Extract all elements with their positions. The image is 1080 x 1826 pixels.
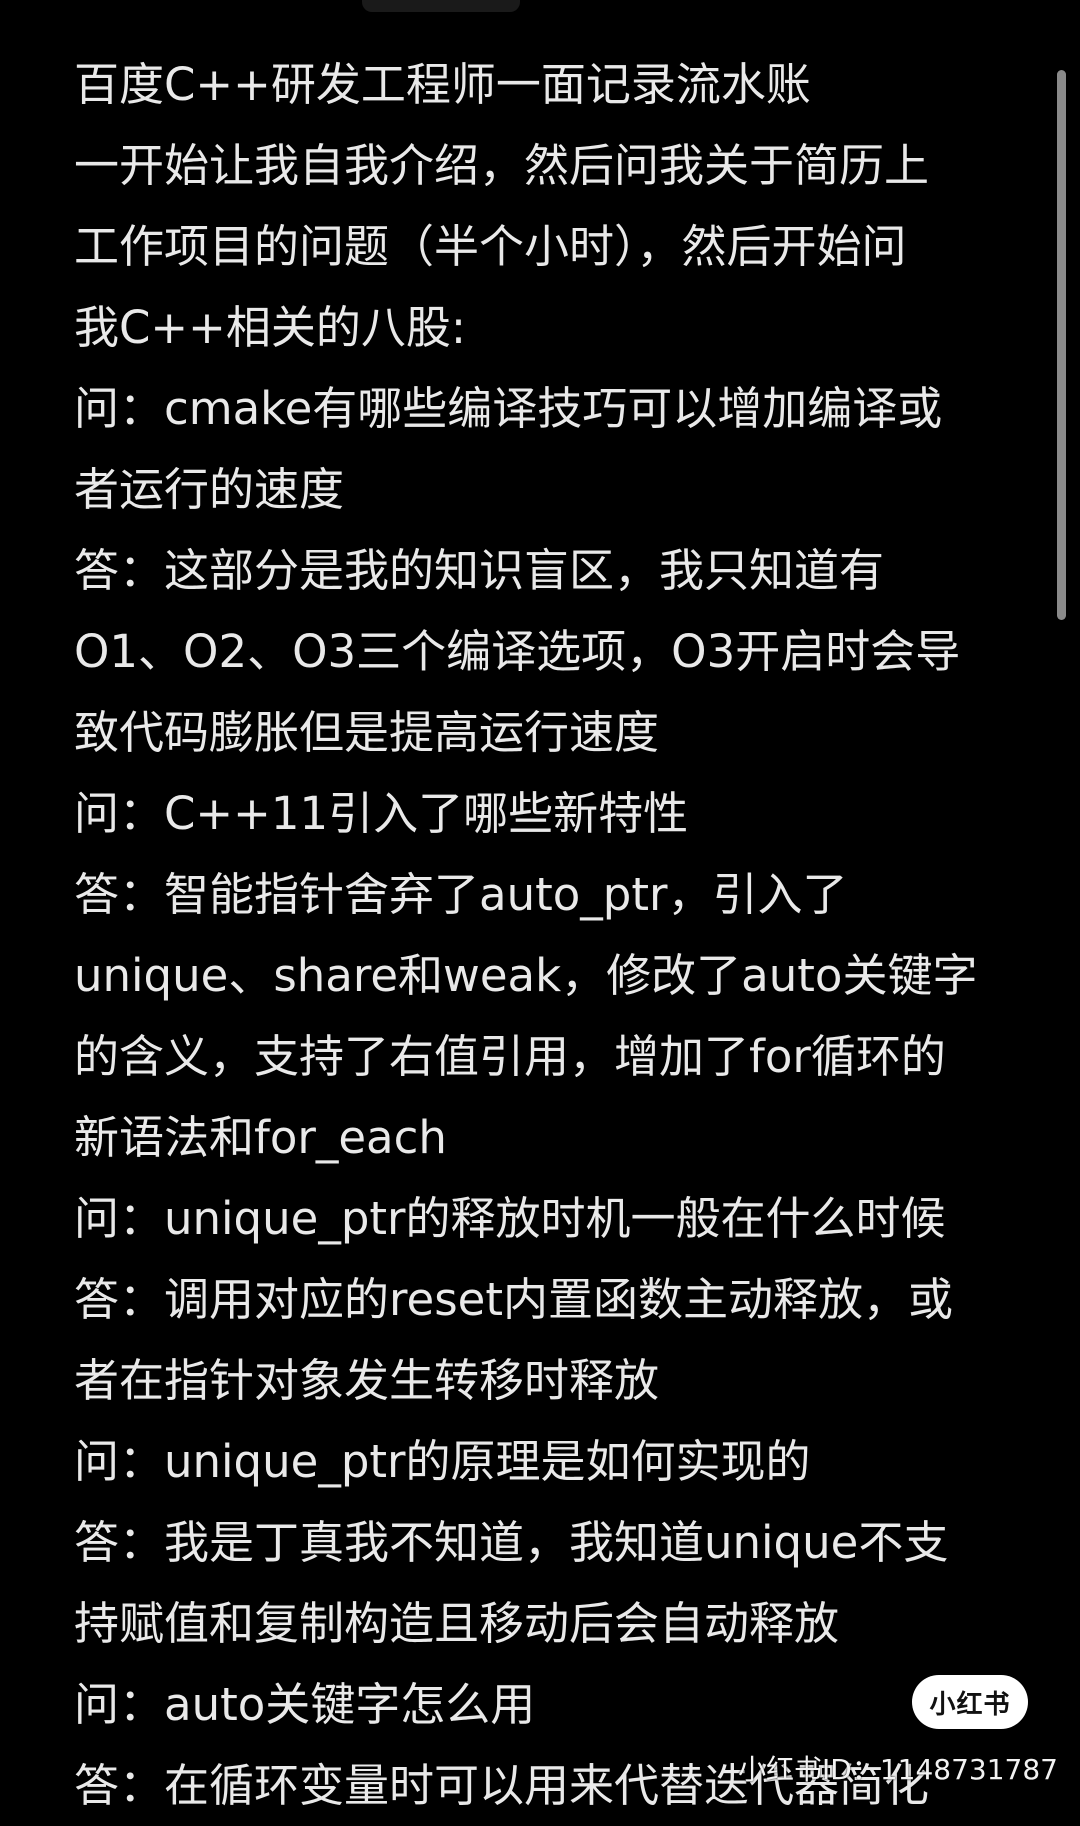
note-body: 百度C++研发工程师一面记录流水账 一开始让我自我介绍，然后问我关于简历上 工作… [74,44,1014,1826]
question-line: 问：C++11引入了哪些新特性 [74,787,689,840]
note-line: 一开始让我自我介绍，然后问我关于简历上 [74,139,930,192]
question-line: 问：unique_ptr的原理是如何实现的 [74,1435,811,1488]
note-line: 致代码膨胀但是提高运行速度 [74,706,660,759]
note-line: 持赋值和复制构造且移动后会自动释放 [74,1597,840,1650]
note-line: 的含义，支持了右值引用，增加了for循环的 [74,1030,946,1083]
note-title: 百度C++研发工程师一面记录流水账 [74,58,811,111]
answer-line: 答：智能指针舍弃了auto_ptr，引入了 [74,868,848,921]
note-line: 我C++相关的八股: [74,301,466,354]
logo-text: 小红书 [929,1689,1011,1720]
question-line: 问：auto关键字怎么用 [74,1678,536,1731]
note-line: 者在指针对象发生转移时释放 [74,1354,660,1407]
note-line: 工作项目的问题（半个小时），然后开始问 [74,220,907,273]
scrollbar-thumb[interactable] [1057,70,1066,620]
answer-line: 答：调用对应的reset内置函数主动释放，或 [74,1273,953,1326]
note-line: O1、O2、O3三个编译选项，O3开启时会导 [74,625,961,678]
note-line: 新语法和for_each [74,1111,447,1164]
question-line: 问：unique_ptr的释放时机一般在什么时候 [74,1192,946,1245]
xiaohongshu-logo: 小红书 [912,1675,1028,1729]
answer-line: 答：我是丁真我不知道，我知道unique不支 [74,1516,949,1569]
note-line: unique、share和weak，修改了auto关键字 [74,949,978,1002]
note-line: 者运行的速度 [74,463,345,516]
user-id-watermark: 小红书ID：1148731787 [738,1753,1058,1786]
top-drag-handle [362,0,520,12]
question-line: 问：cmake有哪些编译技巧可以增加编译或 [74,382,943,435]
answer-line: 答：这部分是我的知识盲区，我只知道有 [74,544,885,597]
